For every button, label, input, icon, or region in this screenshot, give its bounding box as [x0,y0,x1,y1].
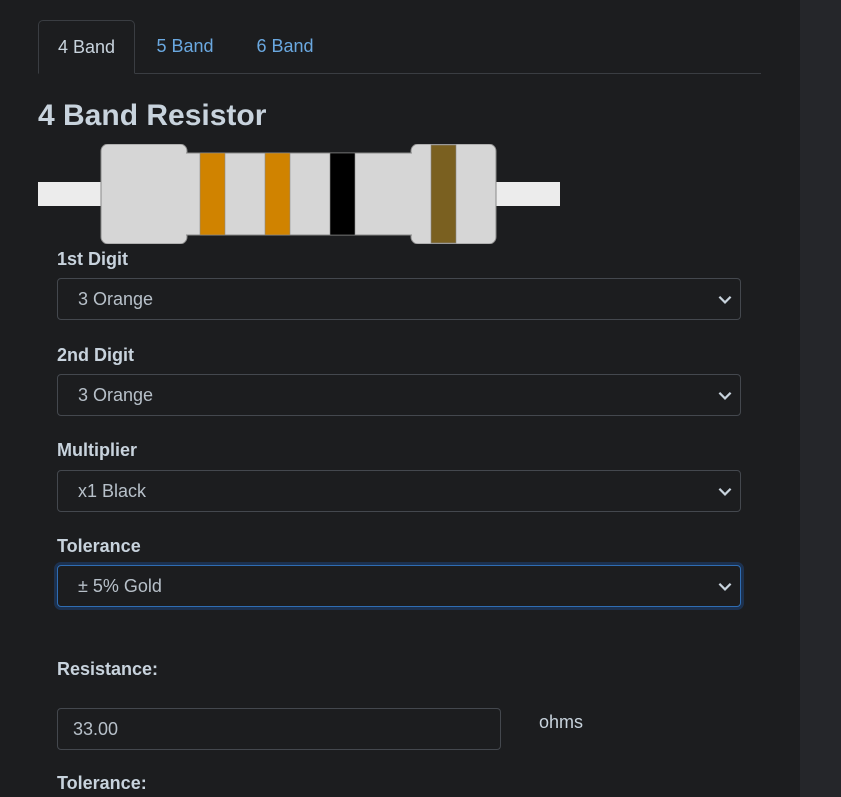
digit1-label: 1st Digit [57,249,129,269]
right-panel-edge [800,0,841,797]
resistor-band-tolerance [430,144,457,244]
tolerance-result-label: Tolerance: [57,773,147,793]
multiplier-value: x1 Black [78,481,147,501]
tab-5-band[interactable]: 5 Band [139,20,231,73]
chevron-down-icon [718,582,732,591]
resistor-band-multiplier [329,152,356,236]
tolerance-label: Tolerance [57,536,141,556]
chevron-down-icon [718,487,732,496]
chevron-down-icon [718,295,732,304]
chevron-down-icon [718,391,732,400]
resistance-label: Resistance: [57,659,159,679]
resistance-unit: ohms [539,712,584,732]
digit1-value: 3 Orange [78,289,154,309]
resistance-output[interactable]: 33.00 [57,708,501,750]
resistor-band-1st-digit [199,152,226,236]
digit2-select[interactable]: 3 Orange [57,374,741,416]
multiplier-select[interactable]: x1 Black [57,470,741,512]
digit2-value: 3 Orange [78,385,154,405]
tab-6-band[interactable]: 6 Band [239,20,331,73]
tolerance-select[interactable]: ± 5% Gold [57,565,741,607]
resistor-band-2nd-digit [264,152,291,236]
band-tabs: 4 Band 5 Band 6 Band [38,20,761,74]
multiplier-label: Multiplier [57,440,137,460]
page-title: 4 Band Resistor [38,99,267,132]
tab-4-band[interactable]: 4 Band [38,20,135,74]
resistor-diagram [38,144,560,244]
digit1-select[interactable]: 3 Orange [57,278,741,320]
digit2-label: 2nd Digit [57,345,134,365]
tolerance-value: ± 5% Gold [78,576,162,596]
resistor-left-cap [100,144,188,244]
